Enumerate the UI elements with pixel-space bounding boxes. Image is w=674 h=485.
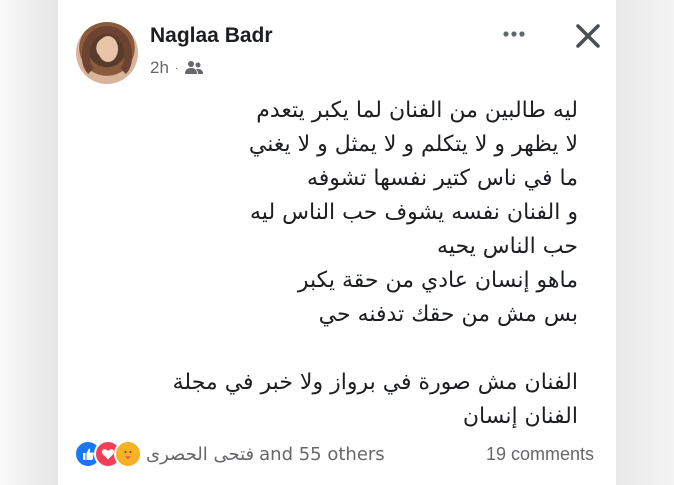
- close-icon[interactable]: [570, 18, 606, 54]
- comments-count[interactable]: 19 comments: [486, 444, 594, 465]
- more-options-icon[interactable]: [498, 18, 530, 50]
- reactor-name[interactable]: فتحى الحصرى: [146, 444, 254, 465]
- avatar-face: [98, 36, 118, 62]
- meta-separator: ·: [174, 62, 179, 74]
- post-text: ليه طالبين من الفنان لما يكبر يتعدم لا ي…: [78, 94, 578, 434]
- author-name[interactable]: Naglaa Badr: [150, 24, 273, 48]
- post-line: ليه طالبين من الفنان لما يكبر يتعدم: [256, 98, 578, 123]
- post-line: الفنان إنسان: [462, 404, 578, 429]
- post-line: ماهو إنسان عادي من حقة يكبر: [297, 268, 578, 293]
- post-meta: 2h ·: [150, 58, 204, 78]
- post-line: لا يظهر و لا يتكلم و لا يمثل و لا يغني: [248, 132, 578, 157]
- post-line: حب الناس يحيه: [437, 234, 578, 259]
- background-left: [0, 0, 58, 485]
- reaction-icons[interactable]: [74, 440, 154, 468]
- post-time[interactable]: 2h: [150, 58, 169, 78]
- post-footer: فتحى الحصرى and 55 others 19 comments: [74, 438, 604, 470]
- friends-icon[interactable]: [184, 60, 204, 76]
- post-line: بس مش من حقك تدفنه حي: [318, 302, 578, 327]
- avatar[interactable]: [76, 22, 138, 84]
- post-card: Naglaa Badr 2h · ليه طالبين من الفنان لم…: [58, 0, 616, 485]
- post-line: و الفنان نفسه يشوف حب الناس ليه: [250, 200, 578, 225]
- background-right: [616, 0, 674, 485]
- post-line: ما في ناس كتير نفسها تشوفه: [306, 166, 578, 191]
- post-line: الفنان مش صورة في برواز ولا خبر في مجلة: [172, 370, 578, 395]
- reaction-summary[interactable]: فتحى الحصرى and 55 others: [146, 444, 385, 465]
- care-icon: [114, 440, 142, 468]
- reactors-count[interactable]: and 55 others: [259, 444, 385, 465]
